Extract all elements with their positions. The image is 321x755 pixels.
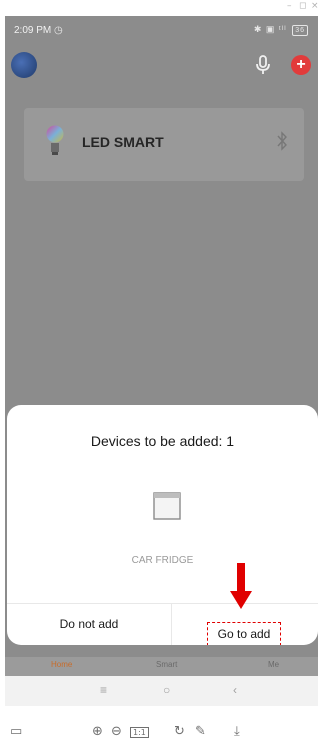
app-header: + — [5, 48, 318, 84]
menu-icon[interactable]: ≡ — [100, 683, 107, 697]
nav-home[interactable]: Home — [51, 660, 72, 669]
battery-icon: 36 — [292, 25, 308, 36]
signal-icon: ✱ ▣ ᵗˡˡ — [253, 24, 287, 34]
device-name: LED SMART — [82, 134, 164, 150]
bluetooth-icon — [277, 131, 287, 151]
screen-icon[interactable]: ▭ — [10, 724, 22, 739]
add-device-dialog: Devices to be added: 1 CAR FRIDGE Do not… — [7, 405, 318, 645]
close-button[interactable]: × — [311, 1, 319, 11]
status-indicators: ✱ ▣ ᵗˡˡ 36 — [254, 24, 308, 36]
dialog-title: Devices to be added: 1 — [90, 433, 235, 449]
device-type-label: CAR FRIDGE — [131, 555, 194, 566]
fridge-icon — [153, 492, 181, 520]
do-not-add-button[interactable]: Do not add — [7, 604, 171, 645]
edit-icon[interactable]: ✎ — [195, 724, 206, 739]
avatar[interactable] — [11, 52, 37, 78]
viewer-toolbar: ▭ ⊕ ⊖ 1:1 ↻ ✎ ⤓ — [0, 712, 321, 755]
system-nav-bar: ≡ ○ ‹ — [5, 676, 318, 706]
rotate-icon[interactable]: ↻ — [174, 724, 185, 739]
bulb-icon — [46, 125, 64, 155]
window-chrome: – ◻ × — [0, 0, 321, 16]
zoom-in-icon[interactable]: ⊕ — [92, 724, 103, 739]
download-icon[interactable]: ⤓ — [234, 724, 240, 739]
status-bar: 2:09 PM ◷ ✱ ▣ ᵗˡˡ 36 — [5, 16, 318, 44]
go-to-add-button[interactable]: Go to add — [207, 622, 281, 645]
back-icon[interactable]: ‹ — [233, 683, 237, 697]
alarm-icon: ◷ — [54, 25, 63, 36]
microphone-icon[interactable] — [254, 55, 272, 75]
nav-me[interactable]: Me — [268, 660, 279, 669]
add-device-button[interactable]: + — [291, 55, 311, 75]
status-time: 2:09 PM — [14, 25, 52, 36]
zoom-out-icon[interactable]: ⊖ — [111, 724, 122, 739]
arrow-down-icon — [230, 563, 252, 609]
bottom-nav: Home Smart Me — [5, 657, 318, 676]
home-icon[interactable]: ○ — [163, 683, 170, 697]
fit-button[interactable]: 1:1 — [130, 727, 149, 738]
divider — [171, 604, 172, 645]
device-card[interactable]: LED SMART — [24, 108, 304, 181]
minimize-button[interactable]: – — [287, 1, 292, 11]
restore-button[interactable]: ◻ — [299, 1, 306, 11]
nav-smart[interactable]: Smart — [156, 660, 177, 669]
